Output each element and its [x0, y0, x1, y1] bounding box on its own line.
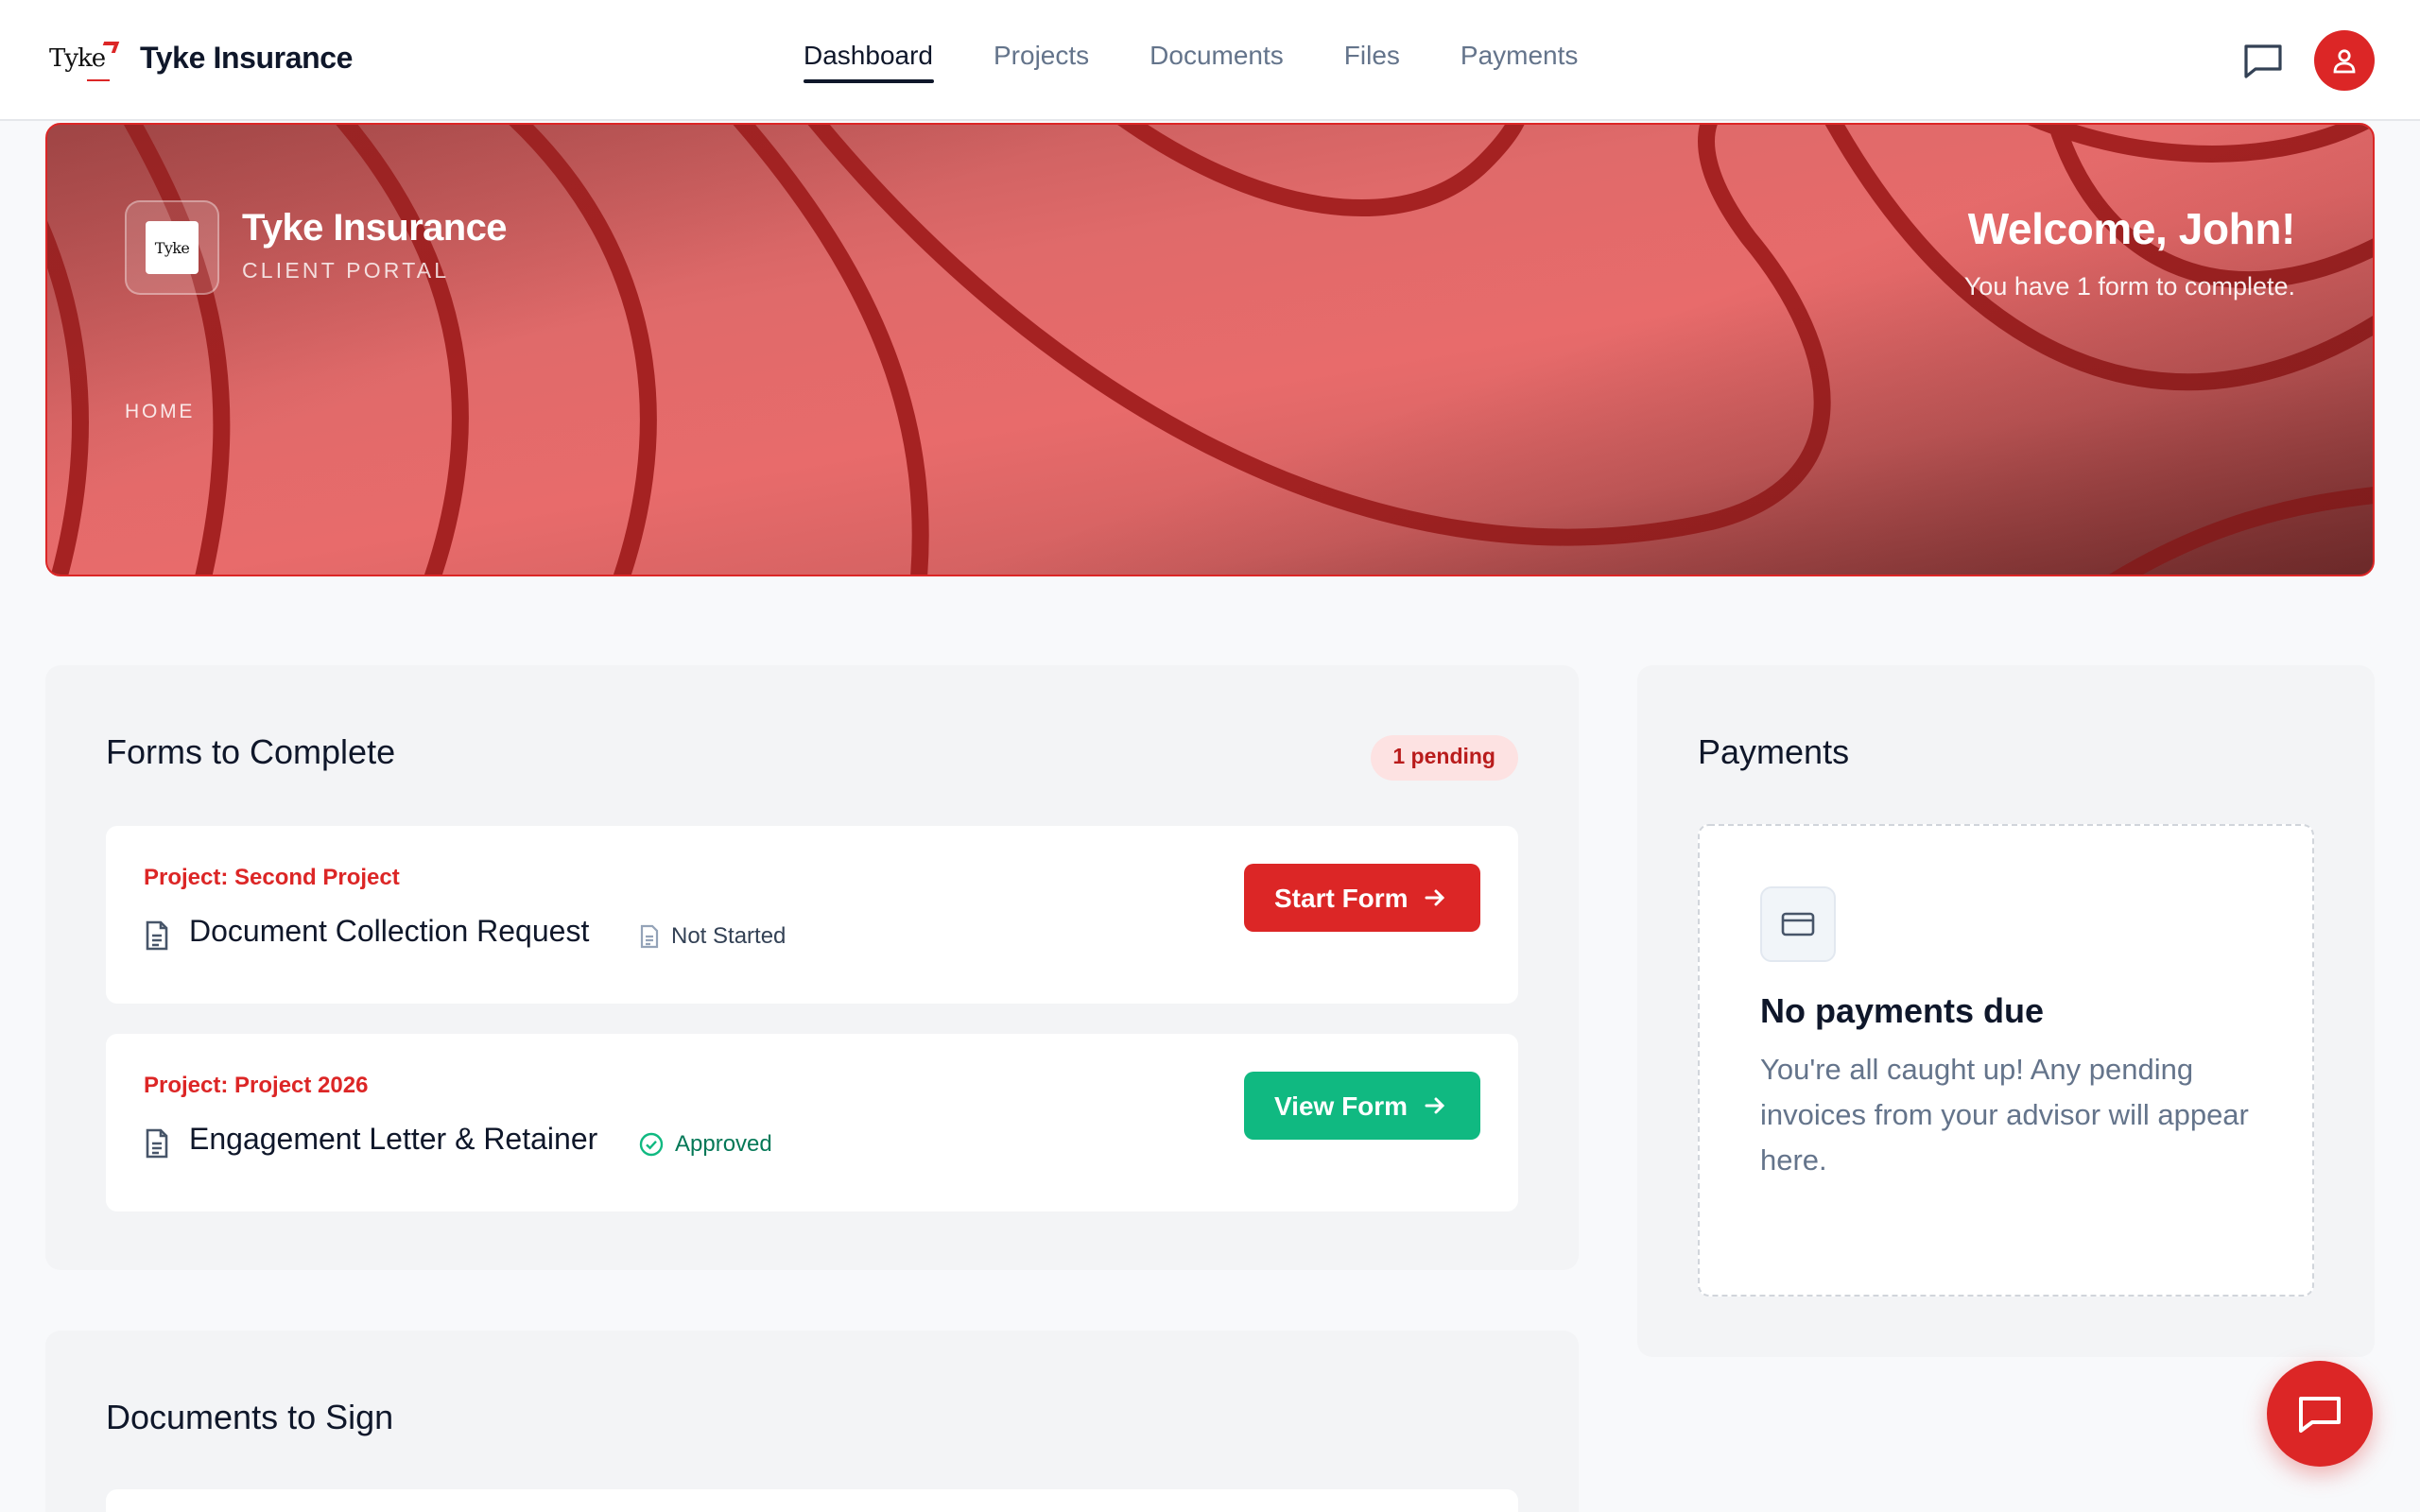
- breadcrumb-home[interactable]: HOME: [125, 401, 195, 423]
- top-navbar: Tyke Tyke Insurance Dashboard Projects D…: [0, 0, 2420, 121]
- nav-projects[interactable]: Projects: [994, 0, 1089, 121]
- main-nav: Dashboard Projects Documents Files Payme…: [804, 0, 1638, 121]
- arrow-right-icon: [1425, 889, 1444, 906]
- start-form-button[interactable]: Start Form: [1244, 864, 1480, 932]
- payments-panel: Payments No payments due You're all caug…: [1637, 665, 2375, 1357]
- form-row: Project: Project 2026 Engagement Letter …: [106, 1034, 1518, 1211]
- no-payments-text: You're all caught up! Any pending invoic…: [1760, 1055, 2249, 1177]
- document-icon: [146, 920, 168, 951]
- form-status-text: Not Started: [671, 922, 786, 949]
- start-form-label: Start Form: [1274, 883, 1409, 913]
- user-icon: [2333, 49, 2356, 74]
- chat-fab-button[interactable]: [2267, 1361, 2373, 1467]
- check-circle-icon: [639, 1131, 664, 1156]
- payments-title: Payments: [1698, 733, 1850, 771]
- message-square-icon[interactable]: [2242, 42, 2284, 79]
- form-status: Approved: [639, 1130, 772, 1157]
- credit-card-icon: [1760, 886, 1836, 962]
- brand-logo-text: Tyke: [49, 45, 106, 74]
- documents-panel: Documents to Sign: [45, 1331, 1579, 1512]
- hero-subtitle: CLIENT PORTAL: [242, 261, 450, 284]
- hero-logo: Tyke: [125, 200, 219, 295]
- brand[interactable]: Tyke Tyke Insurance: [49, 38, 353, 83]
- brand-name: Tyke Insurance: [140, 43, 354, 76]
- form-project-label: Project: Second Project: [144, 864, 400, 890]
- user-avatar-button[interactable]: [2314, 30, 2375, 91]
- nav-files[interactable]: Files: [1344, 0, 1400, 121]
- nav-documents[interactable]: Documents: [1150, 0, 1284, 121]
- hero-logo-text: Tyke: [146, 221, 199, 274]
- hero-banner: Tyke Tyke Insurance CLIENT PORTAL HOME W…: [45, 123, 2375, 576]
- form-name[interactable]: Document Collection Request: [189, 917, 589, 951]
- no-payments-title: No payments due: [1760, 992, 2045, 1030]
- pending-badge: 1 pending: [1370, 735, 1518, 781]
- form-status: Not Started: [639, 922, 786, 949]
- view-form-button[interactable]: View Form: [1244, 1072, 1480, 1140]
- arrow-right-icon: [1424, 1097, 1444, 1114]
- brand-logo: Tyke: [49, 38, 120, 83]
- message-square-icon: [2299, 1397, 2341, 1433]
- form-status-text: Approved: [675, 1130, 772, 1157]
- document-icon: [146, 1128, 168, 1159]
- forms-title: Forms to Complete: [106, 733, 396, 771]
- form-row: Project: Second Project Document Collect…: [106, 826, 1518, 1004]
- view-form-label: View Form: [1274, 1091, 1409, 1121]
- file-icon: [640, 923, 659, 948]
- payments-empty-state: No payments due You're all caught up! An…: [1698, 824, 2314, 1297]
- document-row: [106, 1489, 1518, 1512]
- form-name[interactable]: Engagement Letter & Retainer: [189, 1125, 597, 1159]
- nav-dashboard[interactable]: Dashboard: [804, 0, 933, 121]
- form-project-label: Project: Project 2026: [144, 1072, 369, 1098]
- hero-title: Tyke Insurance: [242, 208, 508, 249]
- forms-panel: Forms to Complete 1 pending Project: Sec…: [45, 665, 1579, 1270]
- welcome-subtext: You have 1 form to complete.: [1963, 272, 2295, 301]
- welcome-heading: Welcome, John!: [1967, 204, 2296, 253]
- nav-payments[interactable]: Payments: [1461, 0, 1579, 121]
- documents-title: Documents to Sign: [106, 1399, 394, 1436]
